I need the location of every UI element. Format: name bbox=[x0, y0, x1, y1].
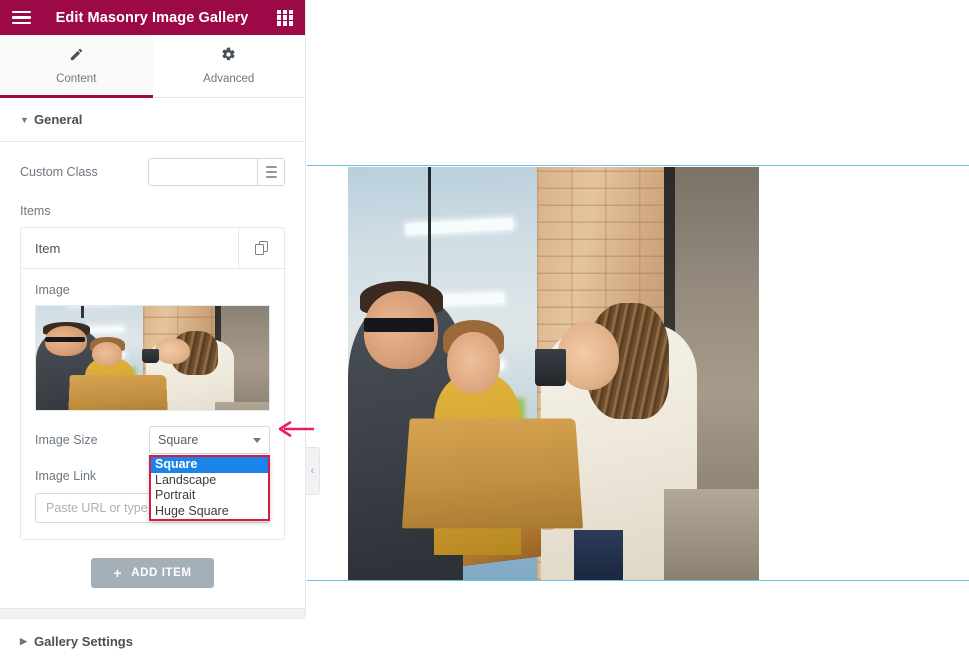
image-thumbnail[interactable] bbox=[35, 305, 270, 411]
caret-down-icon: ▼ bbox=[20, 114, 29, 125]
panel-collapse-handle[interactable]: ‹ bbox=[306, 447, 320, 495]
image-size-select-wrap: Square Square Landscape Portrait Huge Sq… bbox=[149, 426, 270, 521]
thumbnail-photo bbox=[36, 306, 269, 410]
elementor-editor-panel: Edit Masonry Image Gallery Content Advan… bbox=[0, 0, 306, 663]
control-custom-class: Custom Class bbox=[20, 158, 285, 186]
repeater-row: Item bbox=[21, 228, 284, 269]
section-header-general[interactable]: ▼ General bbox=[0, 98, 305, 142]
duplicate-icon bbox=[255, 241, 268, 255]
panel-divider bbox=[0, 608, 305, 619]
image-size-select[interactable]: Square bbox=[149, 426, 270, 454]
section-header-gallery-settings[interactable]: ▶ Gallery Settings bbox=[0, 619, 305, 663]
custom-class-input[interactable] bbox=[149, 159, 257, 185]
section-guide-bottom bbox=[307, 580, 969, 581]
preview-canvas bbox=[307, 0, 969, 616]
tab-advanced-label: Advanced bbox=[203, 73, 255, 85]
chevron-left-icon: ‹ bbox=[310, 465, 315, 477]
pencil-icon bbox=[69, 47, 84, 66]
image-size-options-list: Square Landscape Portrait Huge Square bbox=[149, 455, 270, 521]
database-stack-icon bbox=[265, 166, 277, 178]
image-size-selected-value: Square bbox=[158, 433, 199, 447]
image-label: Image bbox=[35, 283, 70, 297]
section-body-general: Custom Class Items Item Image Image Size… bbox=[0, 142, 305, 608]
repeater-item-title[interactable]: Item bbox=[21, 241, 238, 256]
control-image-size: Image Size Square Square Landscape Portr… bbox=[35, 426, 270, 521]
items-label: Items bbox=[20, 204, 51, 218]
gear-icon bbox=[221, 47, 236, 66]
grid-apps-icon[interactable] bbox=[277, 9, 293, 26]
add-item-label: ADD ITEM bbox=[131, 567, 192, 579]
option-portrait[interactable]: Portrait bbox=[151, 488, 268, 504]
chevron-down-icon bbox=[253, 437, 261, 443]
dynamic-tags-button[interactable] bbox=[257, 159, 284, 185]
tab-content[interactable]: Content bbox=[0, 35, 153, 98]
option-square[interactable]: Square bbox=[151, 457, 268, 473]
custom-class-label: Custom Class bbox=[20, 165, 98, 179]
duplicate-item-button[interactable] bbox=[238, 228, 284, 268]
add-item-button[interactable]: + ADD ITEM bbox=[91, 558, 214, 588]
image-size-label: Image Size bbox=[35, 433, 98, 447]
panel-tabs: Content Advanced bbox=[0, 35, 305, 98]
panel-header: Edit Masonry Image Gallery bbox=[0, 0, 305, 35]
tab-content-label: Content bbox=[56, 73, 97, 85]
preview-photo bbox=[348, 167, 759, 580]
hamburger-icon[interactable] bbox=[12, 10, 31, 25]
page-title: Edit Masonry Image Gallery bbox=[55, 9, 249, 26]
plus-icon: + bbox=[113, 565, 123, 581]
option-huge-square[interactable]: Huge Square bbox=[151, 504, 268, 520]
section-header-general-label: General bbox=[34, 112, 83, 127]
add-item-wrap: + ADD ITEM bbox=[20, 558, 285, 608]
gallery-preview-image[interactable] bbox=[348, 167, 759, 580]
section-header-gallery-settings-label: Gallery Settings bbox=[34, 633, 133, 649]
section-guide-top bbox=[307, 165, 969, 166]
items-repeater: Item Image Image Size Square Square Land… bbox=[20, 227, 285, 540]
option-landscape[interactable]: Landscape bbox=[151, 473, 268, 489]
repeater-item-content: Image Image Size Square Square Landscape… bbox=[21, 269, 284, 539]
custom-class-input-wrap bbox=[148, 158, 285, 186]
caret-right-icon: ▶ bbox=[20, 635, 27, 646]
tab-advanced[interactable]: Advanced bbox=[152, 35, 305, 97]
